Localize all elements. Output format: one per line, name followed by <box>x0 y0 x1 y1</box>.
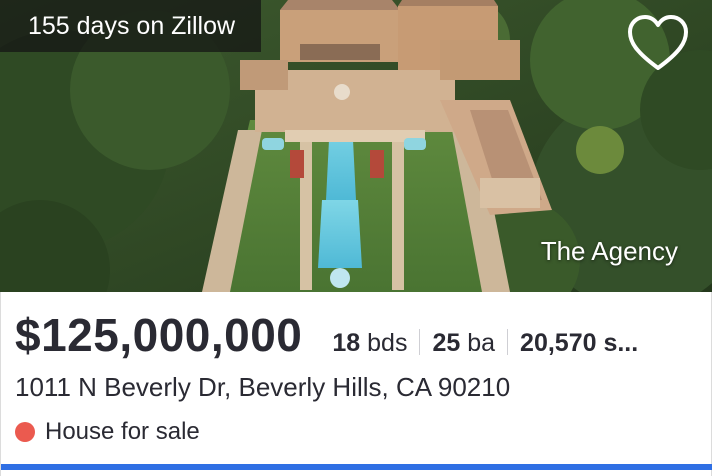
property-facts: 18 bds 25 ba 20,570 s... <box>332 325 638 358</box>
fact-divider <box>419 329 421 355</box>
fact-divider <box>507 329 509 355</box>
listing-price: $125,000,000 <box>15 309 303 361</box>
listing-photo[interactable]: 155 days on Zillow The Agency <box>0 0 712 292</box>
baths-unit: ba <box>467 329 496 357</box>
days-on-zillow-badge: 155 days on Zillow <box>0 0 262 52</box>
card-accent-bar <box>1 464 712 470</box>
listing-info: $125,000,000 18 bds 25 ba 20,570 s... 10… <box>0 292 712 476</box>
baths-fact: 25 ba <box>432 329 495 358</box>
status-text: House for sale <box>45 418 200 445</box>
beds-fact: 18 bds <box>332 329 407 358</box>
listing-address[interactable]: 1011 N Beverly Dr, Beverly Hills, CA 902… <box>15 372 510 403</box>
sqft-text: 20,570 s... <box>520 329 639 357</box>
favorite-button[interactable] <box>626 14 690 74</box>
brokerage-name: The Agency <box>540 236 678 266</box>
price-row: $125,000,000 18 bds 25 ba 20,570 s... <box>15 308 638 362</box>
heart-outline-icon <box>628 15 688 70</box>
beds-unit: bds <box>367 329 408 357</box>
sqft-fact: 20,570 s... <box>520 329 638 358</box>
listing-card[interactable]: 155 days on Zillow The Agency $125,000,0… <box>0 0 712 476</box>
status-dot-icon <box>15 422 35 442</box>
listing-status: House for sale <box>15 418 200 446</box>
baths-value: 25 <box>432 329 461 357</box>
beds-value: 18 <box>332 329 361 357</box>
days-on-zillow-text: 155 days on Zillow <box>28 11 236 40</box>
